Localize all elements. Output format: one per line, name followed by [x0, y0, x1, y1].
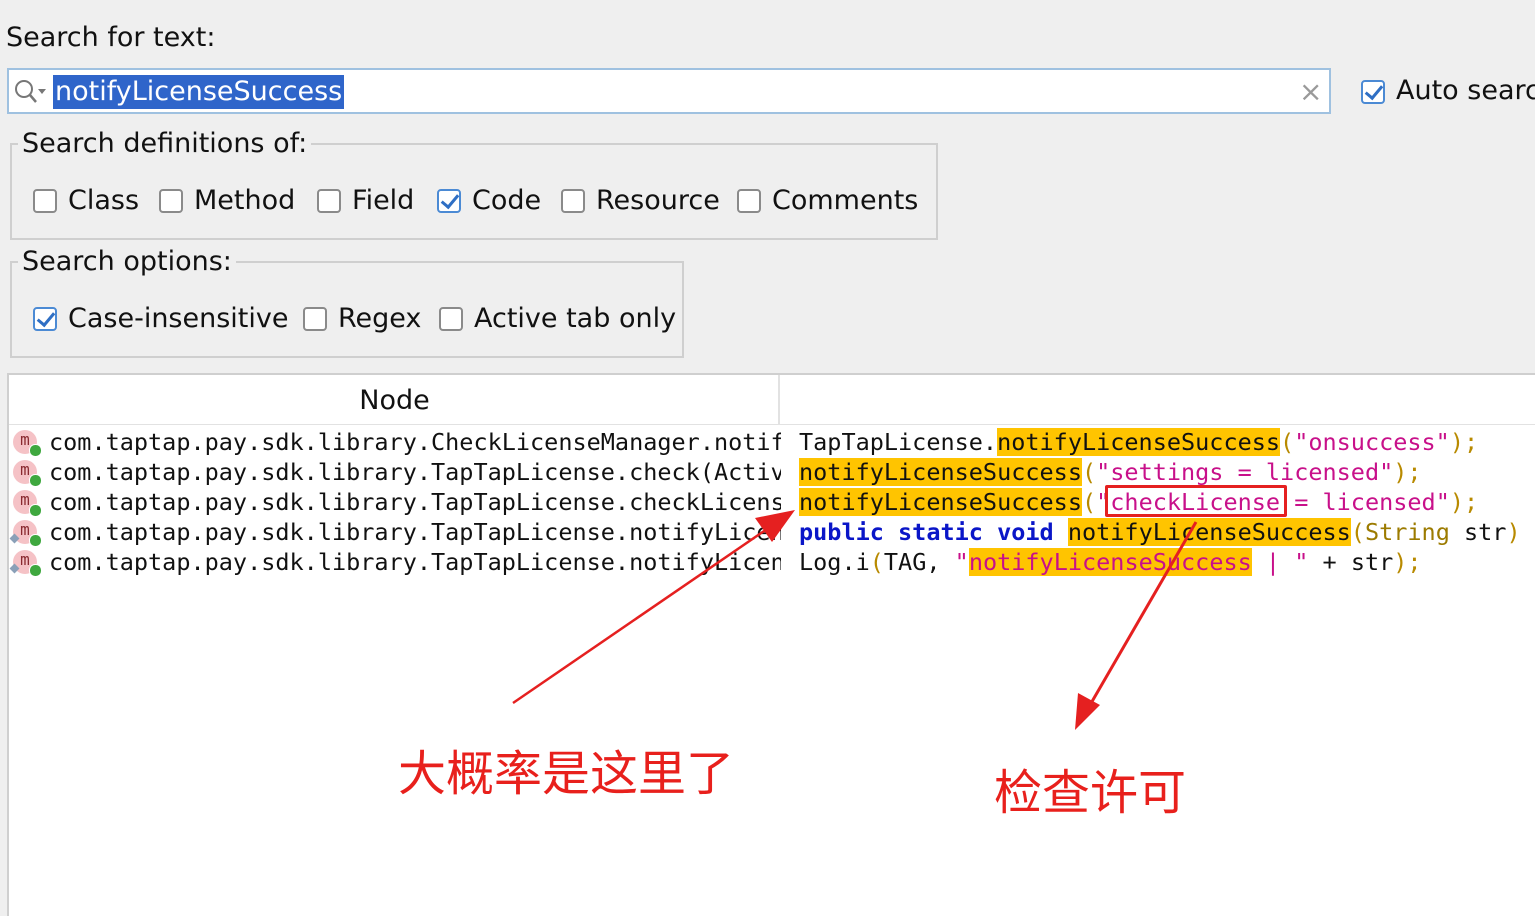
search-query-text[interactable]: notifyLicenseSuccess: [53, 75, 345, 109]
code-label[interactable]: Code: [472, 185, 541, 216]
annotation-note-right: 检查许可: [994, 765, 1187, 821]
auto-search-label[interactable]: Auto searc: [1396, 75, 1535, 106]
node-header-label: Node: [359, 385, 430, 416]
regex-label[interactable]: Regex: [338, 303, 421, 334]
code-column-header[interactable]: [780, 375, 1535, 425]
field-checkbox[interactable]: [317, 189, 341, 213]
results-table[interactable]: Node m com.taptap.pay.sdk.library.CheckL…: [7, 373, 1535, 916]
clear-icon[interactable]: ×: [1299, 76, 1322, 108]
code-snippet: TapTapLicense.notifyLicenseSuccess("onsu…: [799, 428, 1479, 456]
code-snippet: Log.i(TAG, "notifyLicenseSuccess | " + s…: [799, 548, 1422, 576]
public-dot-icon: [29, 504, 42, 517]
search-definitions-legend: Search definitions of:: [22, 128, 308, 159]
code-snippet: notifyLicenseSuccess("settings = license…: [799, 458, 1422, 486]
class-label[interactable]: Class: [68, 185, 139, 216]
public-dot-icon: [29, 564, 42, 577]
comments-checkbox[interactable]: [737, 189, 761, 213]
node-column-header[interactable]: Node: [9, 375, 780, 425]
table-row[interactable]: m com.taptap.pay.sdk.library.TapTapLicen…: [9, 547, 1535, 577]
table-row[interactable]: m com.taptap.pay.sdk.library.TapTapLicen…: [9, 457, 1535, 487]
search-input[interactable]: notifyLicenseSuccess ×: [7, 68, 1331, 114]
highlight-box: [1105, 485, 1287, 517]
annotation-note-left: 大概率是这里了: [398, 746, 735, 802]
table-row[interactable]: m com.taptap.pay.sdk.library.CheckLicens…: [9, 427, 1535, 457]
resource-label[interactable]: Resource: [596, 185, 720, 216]
method-label[interactable]: Method: [194, 185, 295, 216]
method-checkbox[interactable]: [159, 189, 183, 213]
node-path: com.taptap.pay.sdk.library.TapTapLicense…: [49, 518, 781, 546]
table-row[interactable]: m com.taptap.pay.sdk.library.TapTapLicen…: [9, 517, 1535, 547]
node-path: com.taptap.pay.sdk.library.CheckLicenseM…: [49, 428, 781, 456]
auto-search-checkbox[interactable]: [1361, 80, 1385, 104]
active-tab-only-checkbox[interactable]: [439, 307, 463, 331]
search-label: Search for text:: [6, 22, 216, 53]
comments-label[interactable]: Comments: [772, 185, 918, 216]
case-insensitive-label[interactable]: Case-insensitive: [68, 303, 288, 334]
node-path: com.taptap.pay.sdk.library.TapTapLicense…: [49, 548, 781, 576]
public-dot-icon: [29, 444, 42, 457]
node-path: com.taptap.pay.sdk.library.TapTapLicense…: [49, 488, 781, 516]
class-checkbox[interactable]: [33, 189, 57, 213]
public-dot-icon: [29, 534, 42, 547]
public-dot-icon: [29, 474, 42, 487]
case-insensitive-checkbox[interactable]: [33, 307, 57, 331]
search-options-group: Search options:: [10, 246, 684, 358]
search-icon[interactable]: [13, 77, 47, 107]
search-definitions-group: Search definitions of:: [10, 128, 938, 240]
resource-checkbox[interactable]: [561, 189, 585, 213]
field-label[interactable]: Field: [352, 185, 414, 216]
code-checkbox[interactable]: [437, 189, 461, 213]
table-row[interactable]: m com.taptap.pay.sdk.library.TapTapLicen…: [9, 487, 1535, 517]
node-path: com.taptap.pay.sdk.library.TapTapLicense…: [49, 458, 781, 486]
code-snippet: public static void notifyLicenseSuccess(…: [799, 518, 1535, 546]
active-tab-only-label[interactable]: Active tab only: [474, 303, 676, 334]
search-options-legend: Search options:: [22, 246, 232, 277]
regex-checkbox[interactable]: [303, 307, 327, 331]
